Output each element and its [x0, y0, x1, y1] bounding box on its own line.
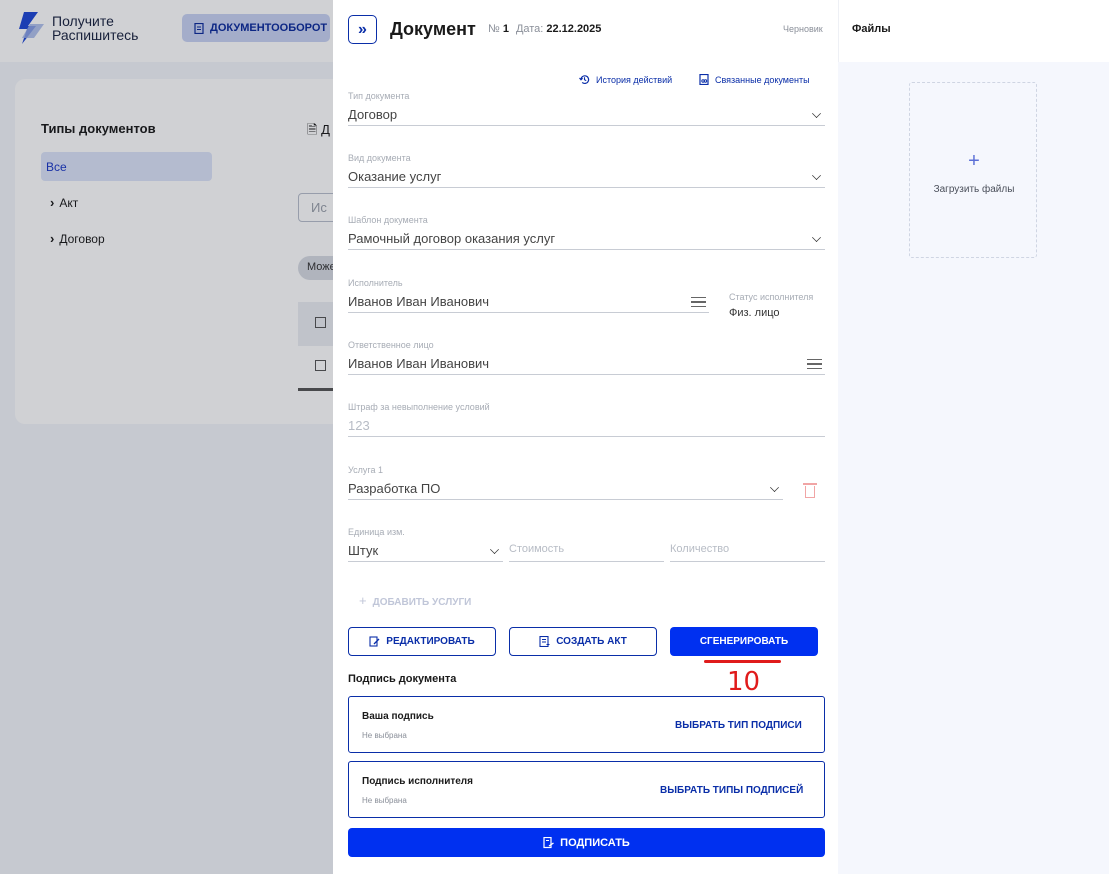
unit-value: Штук	[348, 543, 379, 558]
document-panel: » Документ № 1 Дата: 22.12.2025 Черновик И…	[333, 0, 838, 874]
chevron-down-icon	[812, 109, 821, 118]
penalty-value: 123	[348, 414, 825, 437]
signature-section-title: Подпись документа	[348, 673, 457, 685]
history-link[interactable]: История действий	[579, 74, 672, 85]
template-value: Рамочный договор оказания услуг	[348, 231, 556, 246]
executor-signature-status: Не выбрана	[362, 796, 407, 805]
doc-type-value: Договор	[348, 107, 398, 122]
create-document-icon	[539, 636, 550, 647]
choose-signature-types-button[interactable]: ВЫБРАТЬ ТИПЫ ПОДПИСЕЙ	[660, 785, 803, 796]
edit-button[interactable]: РЕДАКТИРОВАТЬ	[348, 627, 496, 656]
sign-button[interactable]: ПОДПИСАТЬ	[348, 828, 825, 857]
generate-button[interactable]: СГЕНЕРИРОВАТЬ	[670, 627, 818, 656]
document-meta: № 1 Дата: 22.12.2025	[488, 23, 602, 35]
penalty-field[interactable]: Штраф за невыполнение условий 123	[348, 402, 825, 437]
document-date: 22.12.2025	[546, 23, 602, 35]
cost-placeholder: Стоимость	[509, 539, 664, 562]
your-signature-status: Не выбрана	[362, 731, 407, 740]
edit-icon	[369, 636, 380, 647]
trash-icon[interactable]	[803, 483, 817, 498]
files-panel: Файлы + Загрузить файлы	[838, 0, 1109, 874]
double-chevron-right-icon: »	[358, 20, 367, 38]
files-title: Файлы	[852, 23, 891, 35]
responsible-field[interactable]: Ответственное лицо Иванов Иван Иванович	[348, 340, 825, 375]
chevron-down-icon	[490, 545, 499, 554]
cost-field[interactable]: Стоимость	[509, 527, 664, 562]
executor-status-value: Физ. лицо	[729, 307, 780, 319]
plus-icon: +	[359, 593, 367, 608]
chevron-down-icon	[812, 233, 821, 242]
quantity-field[interactable]: Количество	[670, 527, 825, 562]
upload-files-label: Загрузить файлы	[933, 184, 1015, 195]
related-docs-link[interactable]: Связанные документы	[699, 74, 810, 85]
linked-document-icon	[699, 74, 709, 85]
unit-field[interactable]: Единица изм. Штук	[348, 527, 503, 562]
executor-field[interactable]: Исполнитель Иванов Иван Иванович	[348, 278, 709, 313]
document-title: Документ	[390, 19, 476, 39]
responsible-value: Иванов Иван Иванович	[348, 356, 490, 371]
template-field[interactable]: Шаблон документа Рамочный договор оказан…	[348, 215, 825, 250]
doc-type-field[interactable]: Тип документа Договор	[348, 91, 825, 126]
add-service-button[interactable]: + ДОБАВИТЬ УСЛУГИ	[359, 593, 471, 608]
chevron-down-icon	[812, 171, 821, 180]
list-menu-icon[interactable]	[807, 359, 822, 369]
executor-signature-box: Подпись исполнителя Не выбрана ВЫБРАТЬ Т…	[348, 761, 825, 818]
sign-document-icon	[543, 836, 555, 848]
doc-kind-value: Оказание услуг	[348, 169, 442, 184]
chevron-down-icon	[770, 483, 779, 492]
annotation-underline	[704, 660, 781, 663]
annotation-number: 10	[727, 667, 761, 697]
upload-files-dropzone[interactable]: + Загрузить файлы	[909, 82, 1037, 258]
service1-field[interactable]: Услуга 1 Разработка ПО	[348, 465, 783, 500]
status-badge: Черновик	[783, 24, 823, 34]
collapse-panel-button[interactable]: »	[348, 15, 377, 44]
quantity-placeholder: Количество	[670, 539, 825, 562]
your-signature-box: Ваша подпись Не выбрана ВЫБРАТЬ ТИП ПОДП…	[348, 696, 825, 753]
create-act-button[interactable]: СОЗДАТЬ АКТ	[509, 627, 657, 656]
history-icon	[579, 75, 590, 85]
choose-signature-type-button[interactable]: ВЫБРАТЬ ТИП ПОДПИСИ	[675, 720, 802, 731]
executor-value: Иванов Иван Иванович	[348, 294, 490, 309]
executor-status: Статус исполнителя Физ. лицо	[729, 292, 814, 319]
plus-icon: +	[968, 150, 980, 172]
service1-value: Разработка ПО	[348, 481, 441, 496]
list-menu-icon[interactable]	[691, 297, 706, 307]
doc-kind-field[interactable]: Вид документа Оказание услуг	[348, 153, 825, 188]
